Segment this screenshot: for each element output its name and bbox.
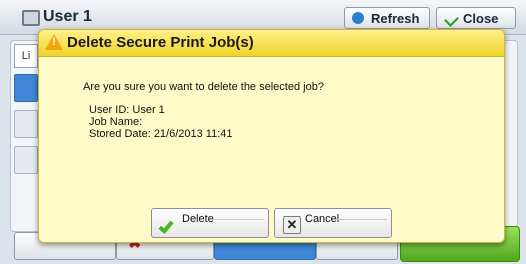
user-id-text: User ID: User 1 xyxy=(89,104,165,116)
side-button[interactable] xyxy=(14,146,38,174)
confirm-question: Are you sure you want to delete the sele… xyxy=(83,81,324,93)
cancel-button[interactable]: ✕ Cancel xyxy=(274,208,392,238)
stored-date-text: Stored Date: 21/6/2013 11:41 xyxy=(89,128,233,140)
side-button-selected[interactable] xyxy=(14,74,38,102)
background-title: User 1 xyxy=(43,8,92,25)
delete-confirm-dialog: ! Delete Secure Print Job(s) Are you sur… xyxy=(38,29,505,243)
check-icon xyxy=(158,218,174,234)
check-icon xyxy=(444,12,459,27)
close-label: Close xyxy=(463,11,499,26)
button-divider xyxy=(212,219,264,220)
dialog-titlebar: ! Delete Secure Print Job(s) xyxy=(39,30,504,57)
warning-icon-mark: ! xyxy=(52,36,56,48)
dialog-title: Delete Secure Print Job(s) xyxy=(67,34,254,51)
delete-button[interactable]: Delete xyxy=(151,208,269,238)
refresh-icon xyxy=(352,12,364,24)
x-icon: ✕ xyxy=(283,216,301,234)
printer-icon xyxy=(22,10,40,26)
close-button[interactable]: Close xyxy=(436,7,516,29)
refresh-label: Refresh xyxy=(371,11,420,26)
button-divider xyxy=(335,219,387,220)
job-name-text: Job Name: xyxy=(89,116,143,128)
side-button[interactable] xyxy=(14,110,38,138)
delete-label: Delete xyxy=(182,213,214,225)
background-tab[interactable]: Li xyxy=(14,44,38,68)
refresh-button[interactable]: Refresh xyxy=(344,7,430,29)
